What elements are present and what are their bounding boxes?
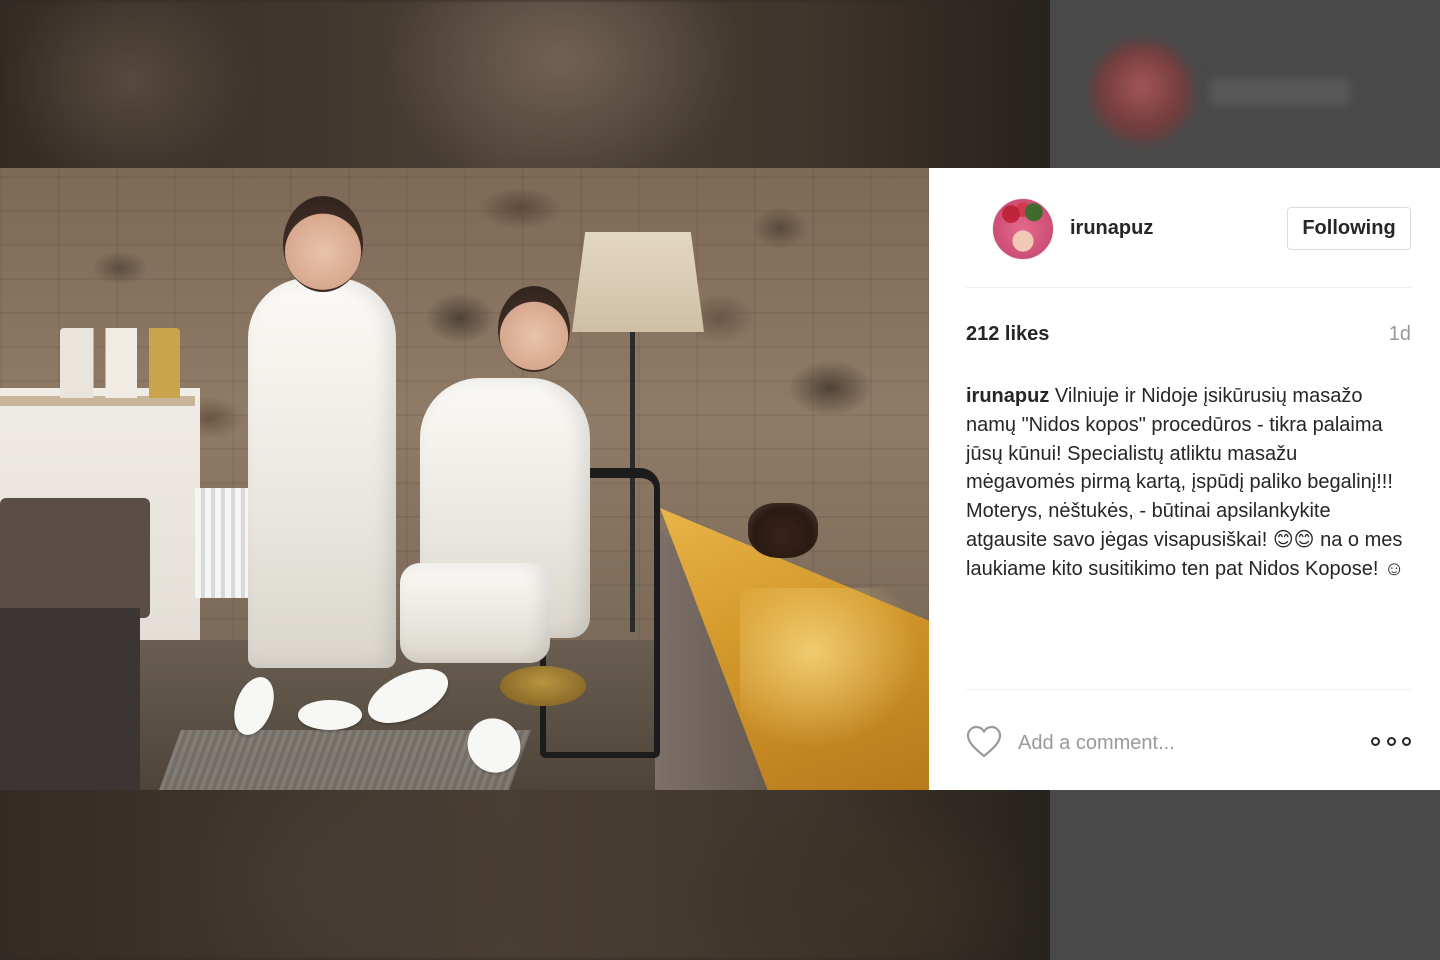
lamp-shade [572,232,704,332]
dot-icon [1371,736,1380,746]
instagram-post: irunapuz Following 212 likes 1d irunapuz… [0,168,1440,790]
post-side-panel: irunapuz Following 212 likes 1d irunapuz… [929,168,1440,790]
caption-text: Vilniuje ir Nidoje įsikūrusių masažo nam… [966,385,1405,580]
comment-input[interactable] [1018,728,1348,758]
dot-icon [1402,736,1411,746]
woman-seated-legs [400,563,550,663]
post-time[interactable]: 1d [1389,323,1411,346]
head-seated [498,286,570,372]
post-photo[interactable] [0,168,929,790]
following-button[interactable]: Following [1287,207,1411,250]
heart-icon[interactable] [966,725,1002,759]
profile-avatar[interactable] [992,198,1054,260]
jars [60,328,180,398]
likes-count[interactable]: 212 likes [966,323,1049,346]
post-caption: irunapuz Vilniuje ir Nidoje įsikūrusių m… [966,382,1411,584]
foot-bowl [500,666,586,706]
slipper [298,700,362,730]
massage-bed-base [0,608,140,790]
bench-glow [740,588,920,748]
comment-bar [966,689,1411,790]
massage-bed [0,498,150,618]
head-standing [283,196,363,292]
caption-username[interactable]: irunapuz [966,385,1049,407]
post-meta: 212 likes 1d [966,288,1411,382]
teapot [748,503,818,558]
dot-icon [1386,736,1396,746]
more-options-icon[interactable] [1371,730,1411,752]
post-header: irunapuz Following [966,168,1411,288]
username-link[interactable]: irunapuz [1070,217,1153,240]
woman-standing [248,278,396,668]
